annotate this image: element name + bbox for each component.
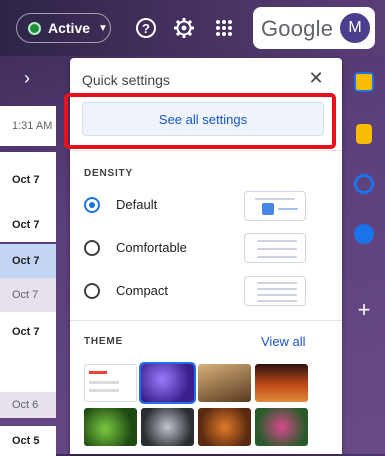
chess-theme-thumbnail[interactable] [198, 364, 251, 402]
canyon-theme-thumbnail[interactable] [255, 364, 308, 402]
settings-gear-icon[interactable] [172, 16, 196, 40]
google-account-area[interactable]: Google M [253, 7, 375, 49]
density-heading: DENSITY [84, 168, 133, 179]
mail-list: 1:31 AM Oct 7 Oct 7 Oct 7 Oct 7 Oct 7 Oct 6 Oct… [0, 96, 56, 456]
help-icon[interactable]: ? [134, 16, 158, 40]
google-keep-icon[interactable] [356, 124, 372, 144]
density-preview-default-icon [244, 191, 306, 221]
list-item-date: Oct 7 [12, 326, 40, 338]
radio-compact[interactable] [84, 283, 100, 299]
top-bar: Active ▼ ? Google M [0, 0, 385, 56]
density-label-compact: Compact [116, 283, 169, 298]
list-item[interactable]: 1:31 AM [0, 106, 56, 146]
highlight-box [64, 93, 336, 149]
list-item-date: Oct 7 [12, 174, 40, 186]
density-preview-compact-icon [244, 276, 306, 306]
divider [70, 150, 342, 151]
density-label-comfortable: Comfortable [116, 240, 187, 255]
default-theme-thumbnail[interactable] [84, 364, 137, 402]
leaf-theme-thumbnail[interactable] [84, 408, 137, 446]
list-item[interactable]: Oct 7 [0, 152, 56, 208]
list-item[interactable]: Oct 7 [0, 312, 56, 352]
panel-title: Quick settings [82, 72, 170, 88]
google-logo: Google [261, 16, 334, 41]
google-tasks-icon[interactable] [354, 174, 374, 194]
radio-default[interactable] [84, 197, 100, 213]
list-item-date: Oct 6 [12, 399, 39, 411]
list-item[interactable]: Oct 7 [0, 208, 56, 242]
list-item[interactable]: Oct 7 [0, 278, 56, 312]
chevron-right-icon[interactable]: › [24, 68, 30, 89]
divider [70, 320, 342, 321]
dropdown-caret-icon: ▼ [98, 22, 108, 34]
status-label: Active [48, 20, 91, 36]
status-dot-icon [28, 21, 41, 35]
list-item-date: Oct 7 [12, 255, 40, 267]
list-item-date: Oct 7 [12, 289, 39, 301]
list-item[interactable]: Oct 5 [0, 426, 56, 456]
add-icon[interactable]: + [354, 299, 374, 321]
autumn-theme-thumbnail[interactable] [198, 408, 251, 446]
view-all-themes-link[interactable]: View all [261, 334, 306, 349]
status-selector[interactable]: Active ▼ [16, 13, 111, 43]
theme-heading: THEME [84, 336, 123, 347]
density-option-default[interactable]: Default [84, 190, 324, 221]
close-icon[interactable]: ✕ [306, 68, 326, 88]
bubbles-theme-thumbnail[interactable] [255, 408, 308, 446]
list-item-date: Oct 5 [12, 435, 40, 447]
density-label-default: Default [116, 197, 158, 212]
list-item[interactable]: Oct 7 [0, 244, 56, 278]
density-preview-comfortable-icon [244, 233, 306, 263]
density-option-comfortable[interactable]: Comfortable [84, 233, 324, 263]
google-calendar-icon[interactable] [354, 72, 374, 92]
avatar[interactable]: M [340, 13, 370, 43]
list-item-date: Oct 7 [12, 219, 40, 231]
radio-comfortable[interactable] [84, 240, 100, 256]
svg-text:?: ? [142, 21, 150, 36]
side-panel-rail: + [342, 56, 385, 454]
list-item[interactable]: Oct 6 [0, 392, 56, 418]
list-item[interactable] [0, 352, 56, 392]
density-option-compact[interactable]: Compact [84, 276, 324, 306]
purple-bokeh-theme-thumbnail[interactable] [141, 364, 194, 402]
list-item-date: 1:31 AM [12, 120, 53, 132]
honeycomb-theme-thumbnail[interactable] [141, 408, 194, 446]
google-contacts-icon[interactable] [354, 224, 374, 244]
apps-grid-icon[interactable] [212, 16, 236, 40]
